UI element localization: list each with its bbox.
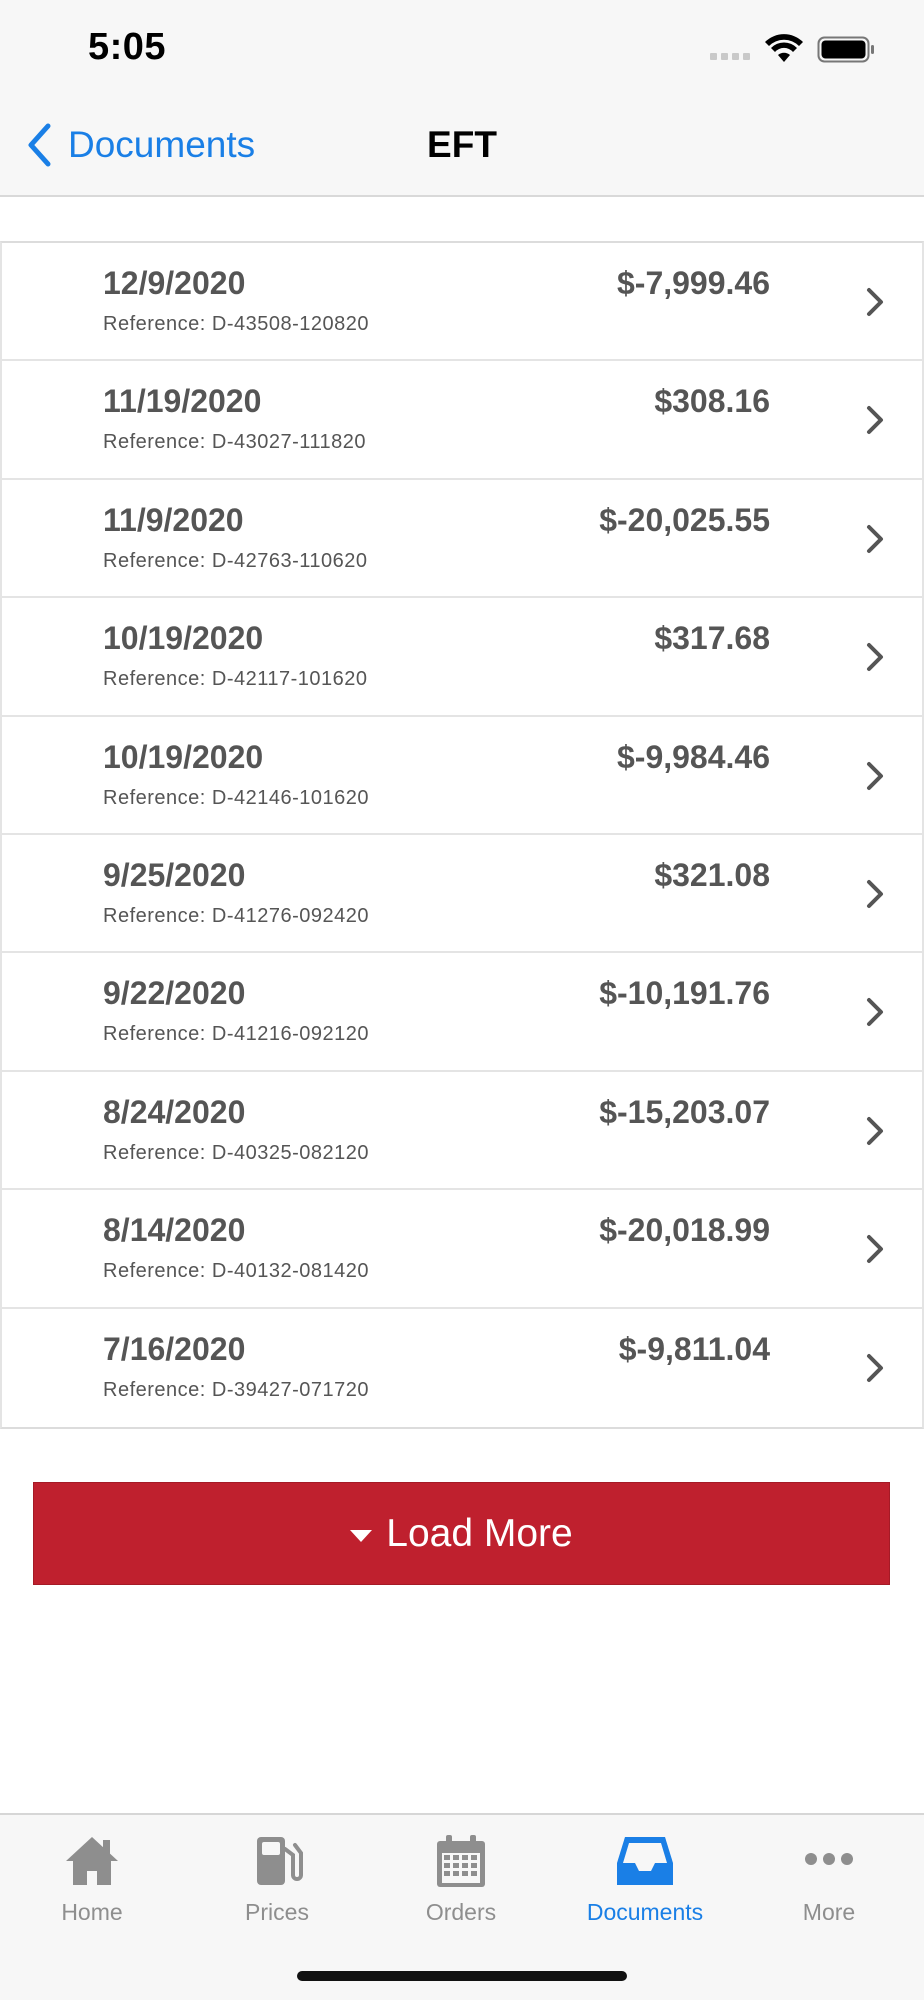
row-amount: $-20,018.99 xyxy=(599,1212,770,1249)
list-item[interactable]: 11/9/2020 Reference: D-42763-110620 $-20… xyxy=(2,480,922,599)
more-dots-icon xyxy=(805,1853,853,1865)
list-item[interactable]: 8/14/2020 Reference: D-40132-081420 $-20… xyxy=(2,1190,922,1309)
inbox-icon xyxy=(617,1837,673,1885)
row-reference: Reference: D-42763-110620 xyxy=(103,549,368,572)
tab-home-label: Home xyxy=(61,1899,123,1925)
row-amount: $-15,203.07 xyxy=(599,1093,770,1130)
row-date: 7/16/2020 xyxy=(103,1330,246,1367)
row-reference: Reference: D-41276-092420 xyxy=(103,904,370,927)
row-amount: $-9,811.04 xyxy=(618,1330,770,1367)
chevron-right-icon xyxy=(867,1235,883,1264)
row-amount: $-9,984.46 xyxy=(616,738,770,775)
chevron-right-icon xyxy=(867,1353,883,1382)
row-date: 10/19/2020 xyxy=(103,738,264,775)
row-reference: Reference: D-41216-092120 xyxy=(103,1023,370,1046)
list-item[interactable]: 12/9/2020 Reference: D-43508-120820 $-7,… xyxy=(2,243,922,362)
row-date: 10/19/2020 xyxy=(103,620,264,657)
list-item[interactable]: 11/19/2020 Reference: D-43027-111820 $30… xyxy=(2,361,922,480)
tab-prices-label: Prices xyxy=(245,1899,309,1925)
page-title: EFT xyxy=(427,124,497,165)
row-date: 12/9/2020 xyxy=(103,265,246,301)
wifi-icon xyxy=(765,34,803,62)
row-reference: Reference: D-43508-120820 xyxy=(103,313,370,335)
tab-prices[interactable]: Prices xyxy=(185,1833,369,1926)
tab-more-label: More xyxy=(802,1899,856,1925)
chevron-right-icon xyxy=(867,879,883,908)
row-reference: Reference: D-40132-081420 xyxy=(103,1260,370,1283)
load-more-label: Load More xyxy=(386,1511,573,1555)
chevron-right-icon xyxy=(867,288,883,316)
chevron-right-icon xyxy=(867,761,883,790)
row-date: 9/22/2020 xyxy=(103,975,246,1012)
row-reference: Reference: D-42146-101620 xyxy=(103,786,370,809)
chevron-right-icon xyxy=(867,406,883,435)
top-bar: 5:05 Documents EFT xyxy=(0,0,924,197)
row-amount: $-10,191.76 xyxy=(599,975,770,1012)
chevron-right-icon xyxy=(867,524,883,553)
chevron-right-icon xyxy=(867,1116,883,1145)
list-item[interactable]: 9/25/2020 Reference: D-41276-092420 $321… xyxy=(2,835,922,954)
list-item[interactable]: 9/22/2020 Reference: D-41216-092120 $-10… xyxy=(2,953,922,1072)
calendar-icon xyxy=(437,1835,485,1887)
tab-more[interactable]: More xyxy=(737,1833,921,1926)
row-date: 9/25/2020 xyxy=(103,856,246,893)
row-reference: Reference: D-43027-111820 xyxy=(103,431,367,454)
cellular-signal-icon xyxy=(710,53,750,60)
row-date: 8/14/2020 xyxy=(103,1212,246,1249)
list-item[interactable]: 8/24/2020 Reference: D-40325-082120 $-15… xyxy=(2,1072,922,1191)
gas-pump-icon xyxy=(257,1837,303,1885)
row-amount: $-7,999.46 xyxy=(616,265,770,301)
list-item[interactable]: 7/16/2020 Reference: D-39427-071720 $-9,… xyxy=(2,1309,922,1427)
row-date: 11/19/2020 xyxy=(103,383,262,420)
home-indicator[interactable] xyxy=(297,1971,627,1981)
row-reference: Reference: D-40325-082120 xyxy=(103,1141,370,1164)
list-item[interactable]: 10/19/2020 Reference: D-42146-101620 $-9… xyxy=(2,717,922,835)
chevron-right-icon xyxy=(867,998,883,1027)
tab-orders[interactable]: Orders xyxy=(369,1833,553,1926)
row-reference: Reference: D-42117-101620 xyxy=(103,668,368,691)
row-amount: $-20,025.55 xyxy=(599,501,770,538)
home-icon xyxy=(66,1837,118,1885)
row-date: 11/9/2020 xyxy=(103,501,244,538)
tab-orders-label: Orders xyxy=(425,1899,497,1925)
eft-screen: 5:05 Documents EFT 12/9/2020 Reference: … xyxy=(0,0,924,2000)
tab-home[interactable]: Home xyxy=(0,1833,184,1926)
load-more-button[interactable]: Load More xyxy=(33,1482,890,1585)
tab-documents-label: Documents xyxy=(586,1899,704,1925)
row-reference: Reference: D-39427-071720 xyxy=(103,1378,370,1401)
row-amount: $321.08 xyxy=(654,856,770,893)
battery-icon xyxy=(817,36,874,63)
list-item[interactable]: 10/19/2020 Reference: D-42117-101620 $31… xyxy=(2,598,922,717)
row-date: 8/24/2020 xyxy=(103,1093,246,1130)
row-amount: $317.68 xyxy=(654,620,770,657)
row-amount: $308.16 xyxy=(654,383,770,420)
tab-documents[interactable]: Documents xyxy=(553,1833,737,1926)
status-time: 5:05 xyxy=(88,26,167,68)
chevron-right-icon xyxy=(867,643,883,672)
eft-list: 12/9/2020 Reference: D-43508-120820 $-7,… xyxy=(0,241,924,1429)
caret-down-icon xyxy=(350,1529,373,1542)
